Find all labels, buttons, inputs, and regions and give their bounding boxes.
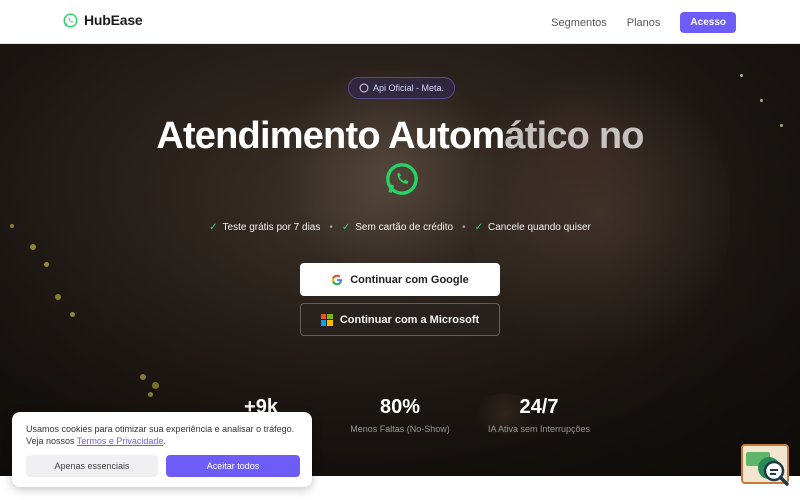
- google-icon: [332, 274, 343, 285]
- nav-link-planos[interactable]: Planos: [627, 17, 661, 29]
- feature-item: ✓ Sem cartão de crédito: [342, 222, 453, 233]
- separator-dot: •: [462, 222, 466, 233]
- check-icon: ✓: [209, 222, 218, 233]
- cookie-text-suffix: .: [163, 436, 166, 446]
- cookie-text-line1: Usamos cookies para otimizar sua experiê…: [26, 424, 295, 434]
- floating-help-widget[interactable]: [741, 444, 791, 488]
- continue-with-microsoft-button[interactable]: Continuar com a Microsoft: [300, 303, 500, 336]
- feature-item: ✓ Cancele quando quiser: [475, 222, 591, 233]
- stat-value: 24/7: [519, 396, 559, 418]
- headline-main: Atendimento Autom: [156, 115, 505, 157]
- stat-value: 80%: [379, 396, 421, 418]
- main-nav: Segmentos Planos Acesso: [551, 12, 736, 33]
- stat-no-show: 80% Menos Faltas (No-Show): [340, 396, 460, 434]
- feature-text: Teste grátis por 7 dias: [222, 222, 321, 233]
- feature-text: Cancele quando quiser: [488, 222, 591, 233]
- stat-label: Menos Faltas (No-Show): [350, 424, 450, 434]
- brand-logo[interactable]: HubEase: [63, 12, 143, 28]
- feature-text: Sem cartão de crédito: [355, 222, 454, 233]
- cookie-message: Usamos cookies para otimizar sua experiê…: [26, 423, 306, 447]
- top-navbar: HubEase Segmentos Planos Acesso: [0, 0, 800, 44]
- search-magnifier-icon: [741, 444, 789, 486]
- stat-label: IA Ativa sem Interrupções: [487, 424, 591, 434]
- cookie-banner: Usamos cookies para otimizar sua experiê…: [12, 412, 312, 487]
- feature-list: ✓ Teste grátis por 7 dias • ✓ Sem cartão…: [0, 222, 800, 233]
- check-icon: ✓: [474, 222, 483, 233]
- accept-all-button[interactable]: Aceitar todos: [166, 455, 300, 477]
- whatsapp-icon: [63, 13, 78, 27]
- feature-item: ✓ Teste grátis por 7 dias: [209, 222, 320, 233]
- separator-dot: •: [329, 222, 333, 233]
- headline-fade: ático no: [504, 115, 644, 157]
- microsoft-button-label: Continuar com a Microsoft: [339, 313, 480, 326]
- continue-with-google-button[interactable]: Continuar com Google: [300, 263, 500, 296]
- cookie-text-prefix: Veja nossos: [26, 436, 77, 446]
- whatsapp-icon: [359, 83, 369, 93]
- microsoft-icon: [320, 313, 333, 326]
- check-icon: ✓: [341, 222, 351, 233]
- whatsapp-icon: [386, 163, 418, 195]
- badge-text: Api Oficial - Meta.: [373, 83, 445, 93]
- nav-link-segmentos[interactable]: Segmentos: [551, 17, 607, 29]
- official-api-badge: Api Oficial - Meta.: [348, 77, 456, 99]
- hero-headline: Atendimento Automático no: [0, 115, 800, 158]
- brand-name: HubEase: [84, 12, 143, 28]
- access-button[interactable]: Acesso: [680, 12, 736, 33]
- essential-only-button[interactable]: Apenas essenciais: [26, 455, 158, 477]
- terms-privacy-link[interactable]: Termos e Privacidade: [77, 436, 164, 446]
- stat-always-on: 24/7 IA Ativa sem Interrupções: [474, 396, 604, 434]
- google-button-label: Continuar com Google: [350, 273, 469, 286]
